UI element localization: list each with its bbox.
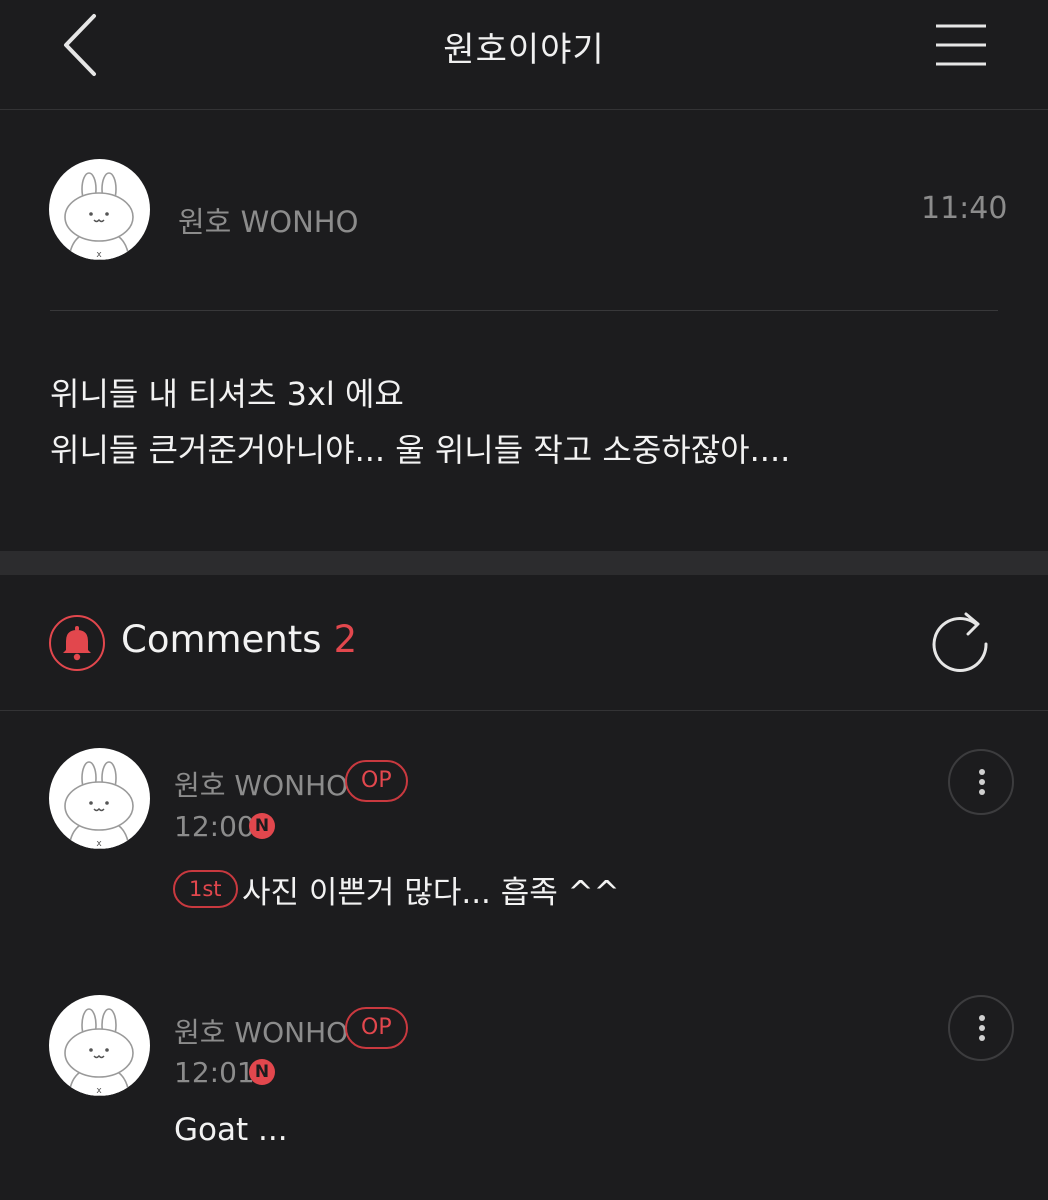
comment-author-avatar[interactable]: x bbox=[49, 748, 150, 849]
post-line: 위니들 내 티셔츠 3xl 에요 bbox=[50, 375, 404, 413]
comments-count: 2 bbox=[333, 618, 358, 661]
comment-notification-button[interactable] bbox=[49, 615, 105, 671]
comment-time: 12:01 bbox=[174, 1056, 255, 1089]
menu-button[interactable] bbox=[934, 22, 988, 68]
svg-text:x: x bbox=[96, 1086, 102, 1096]
comment-author-name[interactable]: 원호 WONHO bbox=[174, 764, 348, 804]
comment-text: 사진 이쁜거 많다... 흡족 ^^ bbox=[242, 875, 620, 911]
refresh-button[interactable] bbox=[926, 608, 994, 676]
op-badge: OP bbox=[345, 1007, 408, 1049]
comment-more-button[interactable] bbox=[948, 995, 1014, 1061]
bunny-avatar-icon: x bbox=[64, 761, 134, 849]
hamburger-menu-icon bbox=[936, 24, 986, 66]
svg-text:x: x bbox=[96, 250, 102, 260]
divider bbox=[50, 310, 998, 311]
op-badge: OP bbox=[345, 760, 408, 802]
post-line: 위니들 큰거준거아니야... 울 위니들 작고 소중하잖아.... bbox=[50, 431, 791, 469]
section-divider bbox=[0, 551, 1048, 575]
comment-author-name[interactable]: 원호 WONHO bbox=[174, 1011, 348, 1051]
comment-time: 12:00 bbox=[174, 810, 255, 843]
post-detail-screen: 원호이야기 x 원호 WONHO 11:40 위니들 내 티셔츠 3xl 에요 … bbox=[0, 0, 1048, 1200]
divider bbox=[0, 710, 1048, 711]
comment-text: Goat ... bbox=[174, 1112, 288, 1148]
app-header: 원호이야기 bbox=[0, 0, 1048, 110]
bunny-avatar-icon: x bbox=[64, 172, 134, 260]
comment-author-avatar[interactable]: x bbox=[49, 995, 150, 1096]
post-time: 11:40 bbox=[921, 191, 1008, 226]
post-author-avatar[interactable]: x bbox=[49, 159, 150, 260]
post-author-name[interactable]: 원호 WONHO bbox=[178, 199, 358, 241]
rank-badge: 1st bbox=[173, 870, 238, 908]
comments-heading: Comments 2 bbox=[121, 618, 357, 661]
svg-text:x: x bbox=[96, 839, 102, 849]
new-badge-icon: N bbox=[249, 1059, 275, 1085]
refresh-icon bbox=[932, 612, 988, 672]
bunny-avatar-icon: x bbox=[64, 1008, 134, 1096]
post-content: 위니들 내 티셔츠 3xl 에요 위니들 큰거준거아니야... 울 위니들 작고… bbox=[50, 366, 1000, 478]
page-title: 원호이야기 bbox=[443, 30, 605, 70]
comments-label: Comments bbox=[121, 618, 322, 661]
comment-more-button[interactable] bbox=[948, 749, 1014, 815]
new-badge-icon: N bbox=[249, 813, 275, 839]
bell-icon bbox=[63, 626, 91, 661]
